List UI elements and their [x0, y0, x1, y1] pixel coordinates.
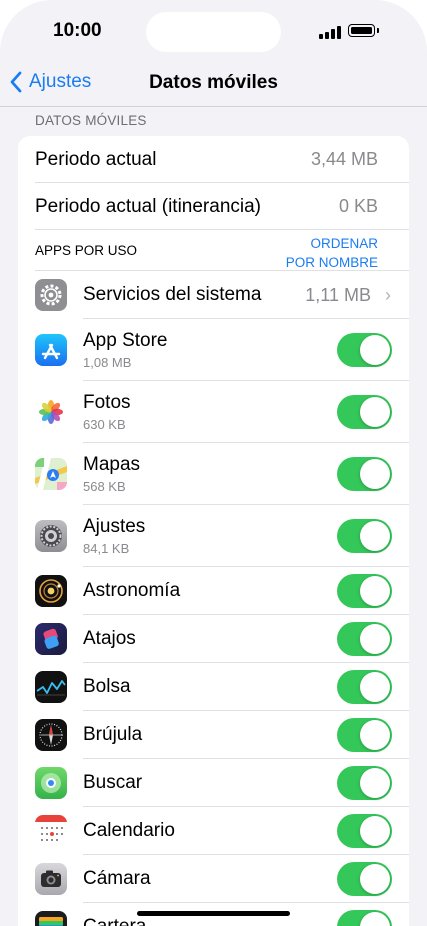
usage-label: Periodo actual: [35, 148, 157, 170]
app-data-toggle[interactable]: [337, 519, 392, 553]
app-data-toggle[interactable]: [337, 333, 392, 367]
app-row: Calendario: [18, 807, 409, 855]
usage-label: Periodo actual (itinerancia): [35, 195, 262, 217]
app-name: Ajustes: [83, 516, 146, 537]
battery-icon: [348, 24, 379, 37]
photos-icon: [35, 396, 67, 428]
app-row: Mapas 568 KB: [18, 443, 409, 505]
app-row: Atajos: [18, 615, 409, 663]
app-data-toggle[interactable]: [337, 718, 392, 752]
app-row: Brújula: [18, 711, 409, 759]
app-name: Buscar: [83, 772, 143, 793]
status-bar: 10:00: [0, 0, 427, 60]
sort-by-name-button[interactable]: ORDENAR POR NOMBRE: [286, 234, 378, 272]
home-indicator[interactable]: [137, 911, 290, 916]
app-name: Astronomía: [83, 580, 181, 601]
usage-value: 3,44 MB: [310, 149, 378, 169]
chevron-right-icon: ›: [385, 284, 391, 305]
app-row: App Store 1,08 MB: [18, 319, 409, 381]
cellular-signal-icon: [319, 26, 341, 39]
app-data-toggle[interactable]: [337, 910, 392, 926]
app-row: Astronomía: [18, 567, 409, 615]
apps-header: APPS POR USO ORDENAR POR NOMBRE: [18, 230, 409, 271]
app-name: Cartera: [83, 916, 146, 926]
app-data-toggle[interactable]: [337, 670, 392, 704]
calendar-icon: [35, 815, 67, 847]
usage-row-roaming: Periodo actual (itinerancia) 0 KB: [18, 183, 409, 230]
find-my-icon: [35, 767, 67, 799]
wallet-icon: [35, 911, 67, 926]
app-name: Bolsa: [83, 676, 131, 697]
section-header: DATOS MÓVILES: [35, 113, 147, 128]
app-data-toggle[interactable]: [337, 574, 392, 608]
system-services-label: Servicios del sistema: [83, 284, 262, 305]
settings-card: Periodo actual 3,44 MB Periodo actual (i…: [18, 136, 409, 926]
app-row: Ajustes 84,1 KB: [18, 505, 409, 567]
navigation-bar: Ajustes Datos móviles: [0, 60, 427, 107]
system-services-row[interactable]: Servicios del sistema 1,11 MB ›: [18, 271, 409, 319]
app-data-toggle[interactable]: [337, 814, 392, 848]
apps-header-label: APPS POR USO: [35, 243, 138, 258]
astronomy-icon: [35, 575, 67, 607]
dynamic-island: [146, 12, 281, 52]
shortcuts-icon: [35, 623, 67, 655]
app-size: 630 KB: [83, 417, 126, 432]
settings-icon: [35, 520, 67, 552]
usage-row-current-period: Periodo actual 3,44 MB: [18, 136, 409, 183]
app-size: 84,1 KB: [83, 541, 130, 556]
app-size: 568 KB: [83, 479, 126, 494]
camera-icon: [35, 863, 67, 895]
app-data-toggle[interactable]: [337, 395, 392, 429]
app-size: 1,08 MB: [83, 355, 132, 370]
app-name: App Store: [83, 330, 168, 351]
app-name: Calendario: [83, 820, 175, 841]
app-data-toggle[interactable]: [337, 457, 392, 491]
app-row: Fotos 630 KB: [18, 381, 409, 443]
app-data-toggle[interactable]: [337, 622, 392, 656]
system-services-icon: [35, 279, 67, 311]
app-name: Mapas: [83, 454, 141, 475]
maps-icon: [35, 458, 67, 490]
compass-icon: [35, 719, 67, 751]
usage-value: 0 KB: [338, 196, 378, 216]
app-name: Cámara: [83, 868, 151, 889]
app-name: Fotos: [83, 392, 131, 413]
app-row: Buscar: [18, 759, 409, 807]
phone-screen: 10:00 Ajustes Datos móviles DATOS MÓVILE…: [0, 0, 427, 926]
app-name: Atajos: [83, 628, 136, 649]
app-row: Cámara: [18, 855, 409, 903]
system-services-value: 1,11 MB: [305, 284, 371, 305]
status-time: 10:00: [53, 20, 102, 41]
app-data-toggle[interactable]: [337, 862, 392, 896]
app-row: Bolsa: [18, 663, 409, 711]
app-data-toggle[interactable]: [337, 766, 392, 800]
app-store-icon: [35, 334, 67, 366]
stocks-icon: [35, 671, 67, 703]
app-name: Brújula: [83, 724, 143, 745]
page-title: Datos móviles: [149, 72, 278, 93]
